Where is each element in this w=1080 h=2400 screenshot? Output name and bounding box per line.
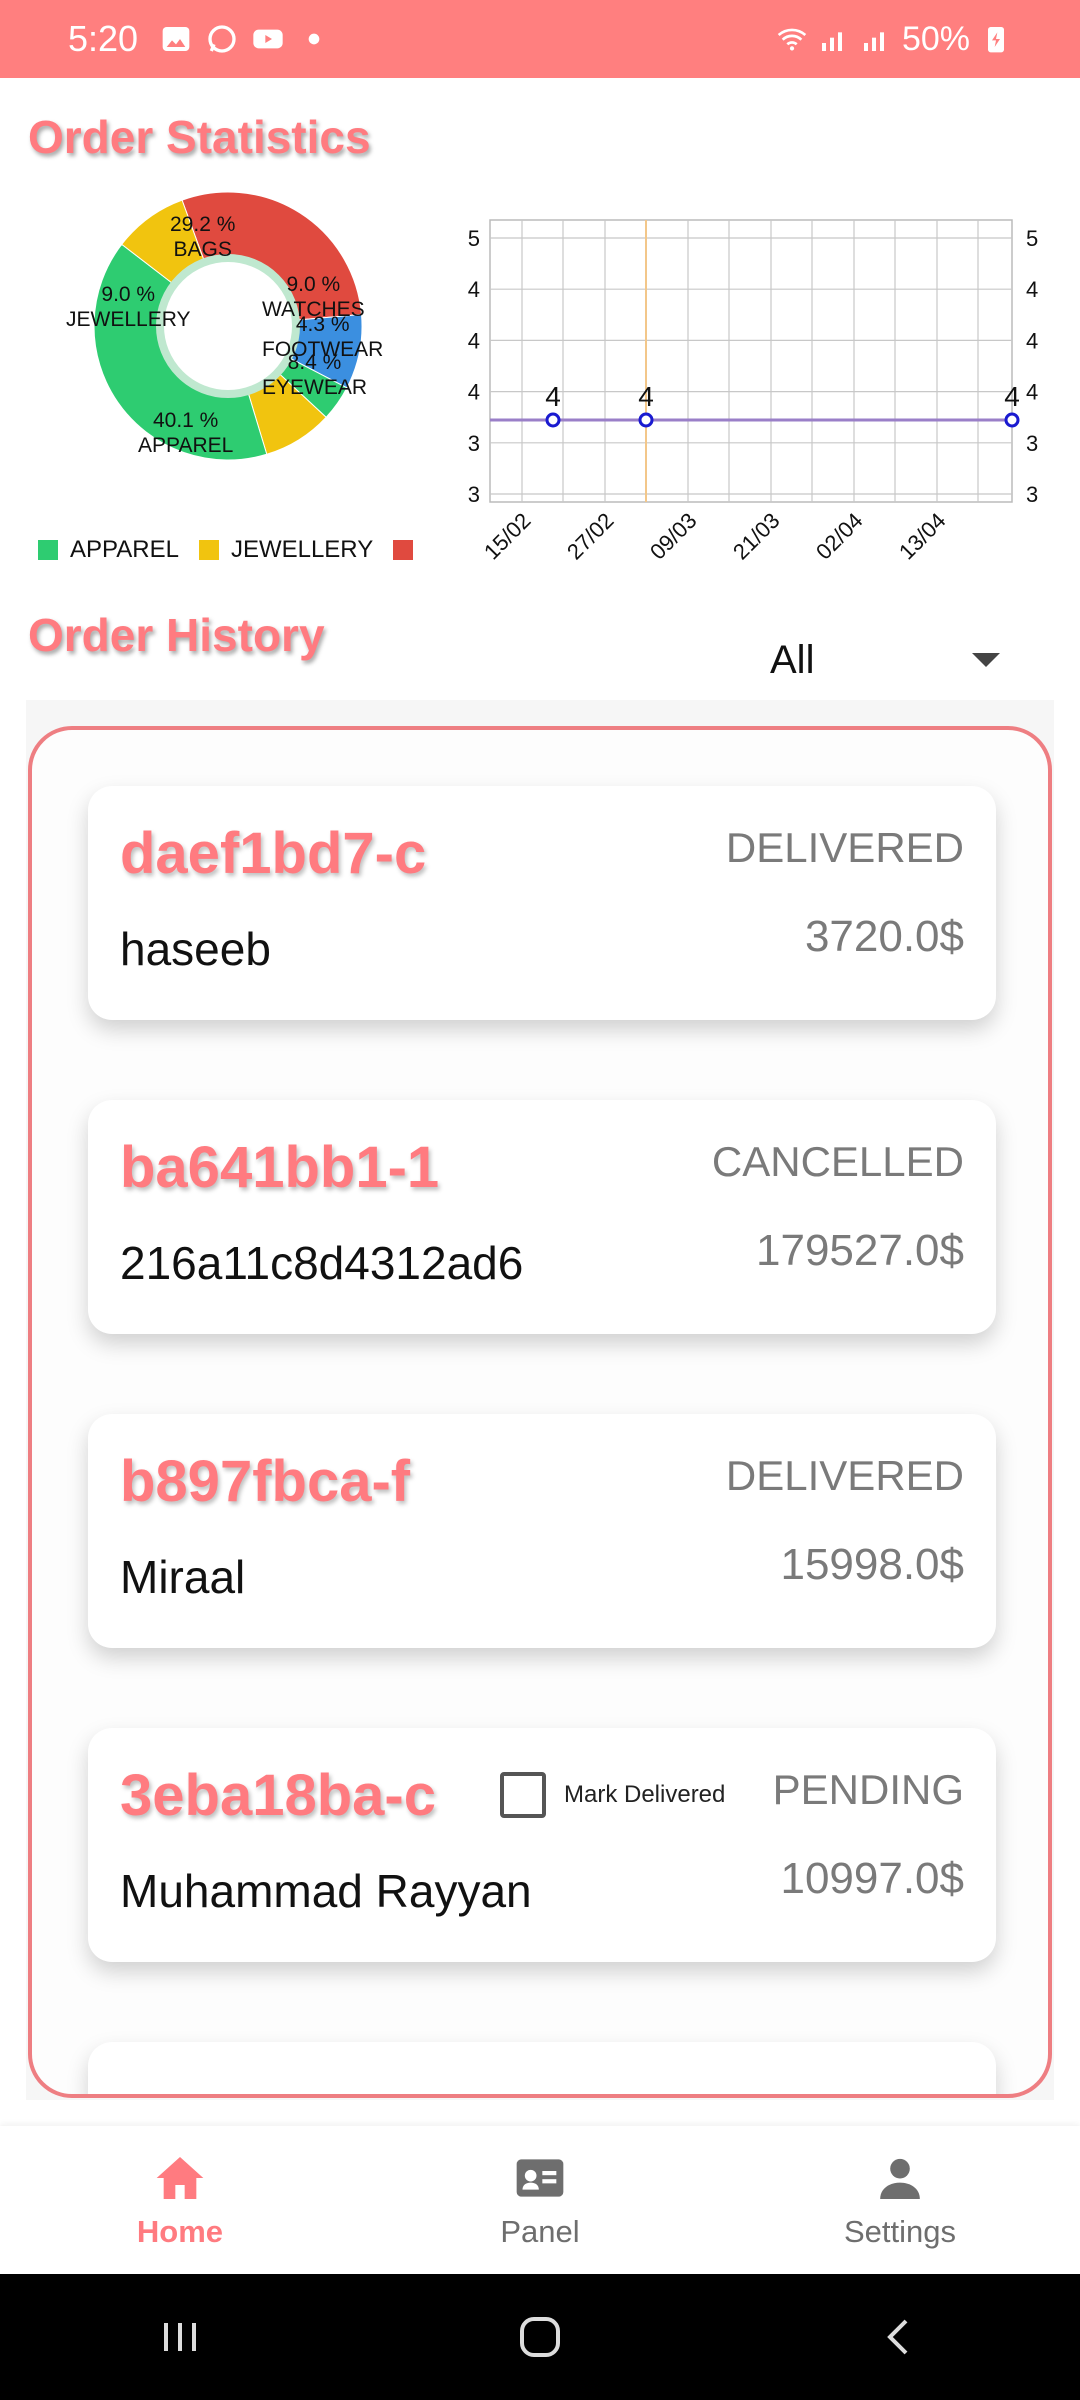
x-tick-label: 09/03 <box>645 508 702 565</box>
data-label: 4 <box>1004 381 1020 412</box>
person-icon <box>880 2158 920 2199</box>
nav-home[interactable]: Home <box>0 2126 360 2274</box>
order-card[interactable]: ba641bb1-1 CANCELLED 216a11c8d4312ad6 17… <box>88 1100 996 1334</box>
nav-panel[interactable]: Panel <box>360 2126 720 2274</box>
home-icon <box>156 2157 204 2199</box>
customer-name: 216a11c8d4312ad6 <box>120 1237 524 1289</box>
line-chart-svg: 5 54 44 44 43 33 315/02 27/02 09/03 21/03 02/04 13/… <box>468 219 1038 565</box>
filter-value: All <box>770 637 815 682</box>
pie-label-eyewear: 8.4 % EYEWEAR <box>262 351 368 400</box>
order-history-title: Order History <box>28 609 325 661</box>
system-navigation-bar <box>0 2274 1080 2400</box>
y-tick-right: 3 <box>1026 431 1038 456</box>
data-label: 4 <box>545 381 561 412</box>
y-tick-left: 4 <box>468 380 480 405</box>
y-tick-right: 5 <box>1026 226 1038 251</box>
order-status: CANCELLED <box>711 1138 964 1185</box>
mark-delivered-label: Mark Delivered <box>564 1781 726 1808</box>
id-card-icon <box>516 2159 564 2197</box>
orders-list[interactable]: daef1bd7-c DELIVERED haseeb 3720.0$ ba64… <box>28 726 1052 2098</box>
bottom-navigation: Home Panel Settings <box>0 2126 1080 2274</box>
order-id: b897fbca-f <box>120 1449 411 1514</box>
order-id: daef1bd7-c <box>120 821 427 886</box>
orders-line-chart: 5 5 4 4 4 4 4 4 3 3 3 3 15/02 27/02 09/03 21/03 02/04 13/… <box>440 200 1060 600</box>
legend-swatch-apparel <box>38 540 58 560</box>
order-card-partial[interactable] <box>88 2042 996 2094</box>
back-icon[interactable] <box>870 2307 930 2367</box>
youtube-notification-icon <box>253 29 283 49</box>
nav-panel-label: Panel <box>500 2214 580 2249</box>
status-time: 5:20 <box>68 18 139 59</box>
x-tick-label: 02/04 <box>811 508 868 565</box>
x-tick-label: 27/02 <box>562 508 619 565</box>
x-tick-label: 13/04 <box>894 508 951 565</box>
pie-label-apparel: 40.1 % APPAREL <box>138 409 234 458</box>
signal-icon <box>821 32 842 51</box>
y-tick-right: 4 <box>1026 277 1038 302</box>
data-point <box>1004 412 1020 428</box>
recent-apps-icon[interactable] <box>150 2307 210 2367</box>
status-filter-dropdown[interactable]: All <box>770 630 1000 690</box>
customer-name: haseeb <box>120 923 271 975</box>
order-amount: 15998.0$ <box>780 1540 964 1589</box>
order-card[interactable]: 3eba18ba-c Mark Delivered PENDING Muhamm… <box>88 1728 996 1962</box>
data-point <box>545 412 561 428</box>
y-tick-right: 4 <box>1026 328 1038 353</box>
status-bar: 5:20 50% <box>0 0 1080 78</box>
mark-delivered-checkbox[interactable] <box>500 1772 546 1818</box>
order-card[interactable]: daef1bd7-c DELIVERED haseeb 3720.0$ <box>88 786 996 1020</box>
category-pie-chart: 29.2 % BAGS 9.0 % WATCHES 4.3 % FOOTWEAR 8.… <box>40 190 420 490</box>
pie-label-bags: 29.2 % BAGS <box>170 213 236 262</box>
y-tick-right: 3 <box>1026 482 1038 507</box>
mark-delivered-toggle[interactable]: Mark Delivered <box>500 1772 725 1818</box>
order-status: DELIVERED <box>725 824 964 871</box>
order-statistics-title: Order Statistics <box>28 111 371 163</box>
order-amount: 10997.0$ <box>780 1854 964 1903</box>
pie-label-jewellery: 9.0 % JEWELLERY <box>66 283 191 332</box>
y-tick-left: 3 <box>468 482 480 507</box>
data-label: 4 <box>638 381 654 412</box>
y-tick-left: 4 <box>468 277 480 302</box>
battery-percent: 50% <box>901 19 970 58</box>
chart-frame <box>489 219 1013 503</box>
legend-swatch-bags <box>393 540 414 560</box>
nav-settings-label: Settings <box>843 2214 956 2249</box>
notification-dot-icon <box>308 33 320 45</box>
legend-swatch-jewellery <box>198 540 219 560</box>
nav-settings[interactable]: Settings <box>720 2126 1080 2274</box>
order-id: 3eba18ba-c <box>120 1763 436 1828</box>
wifi-icon <box>777 28 807 51</box>
order-amount: 3720.0$ <box>804 912 964 961</box>
legend-label-jewellery: JEWELLERY <box>230 536 374 563</box>
pie-legend: APPAREL JEWELLERY <box>38 536 414 564</box>
customer-name: Miraal <box>120 1551 246 1603</box>
x-tick-label: 21/03 <box>728 508 785 565</box>
data-point <box>638 412 654 428</box>
nav-home-label: Home <box>136 2214 224 2249</box>
home-button-icon[interactable] <box>510 2307 570 2367</box>
order-status: PENDING <box>772 1766 964 1813</box>
order-status: DELIVERED <box>725 1452 964 1499</box>
order-card[interactable]: b897fbca-f DELIVERED Miraal 15998.0$ <box>88 1414 996 1648</box>
battery-charging-icon <box>988 27 1004 53</box>
whatsapp-notification-icon <box>208 25 236 53</box>
customer-name: Muhammad Rayyan <box>120 1865 532 1917</box>
legend-label-apparel: APPAREL <box>70 536 179 563</box>
x-tick-label: 15/02 <box>479 508 536 565</box>
y-tick-left: 5 <box>468 226 480 251</box>
y-tick-left: 3 <box>468 431 480 456</box>
y-tick-left: 4 <box>468 328 480 353</box>
order-amount: 179527.0$ <box>756 1226 964 1275</box>
gallery-notification-icon <box>162 27 190 51</box>
order-id: ba641bb1-1 <box>120 1135 440 1200</box>
y-tick-right: 4 <box>1026 380 1038 405</box>
signal-icon-2 <box>863 32 884 51</box>
chevron-down-icon <box>972 653 1000 667</box>
